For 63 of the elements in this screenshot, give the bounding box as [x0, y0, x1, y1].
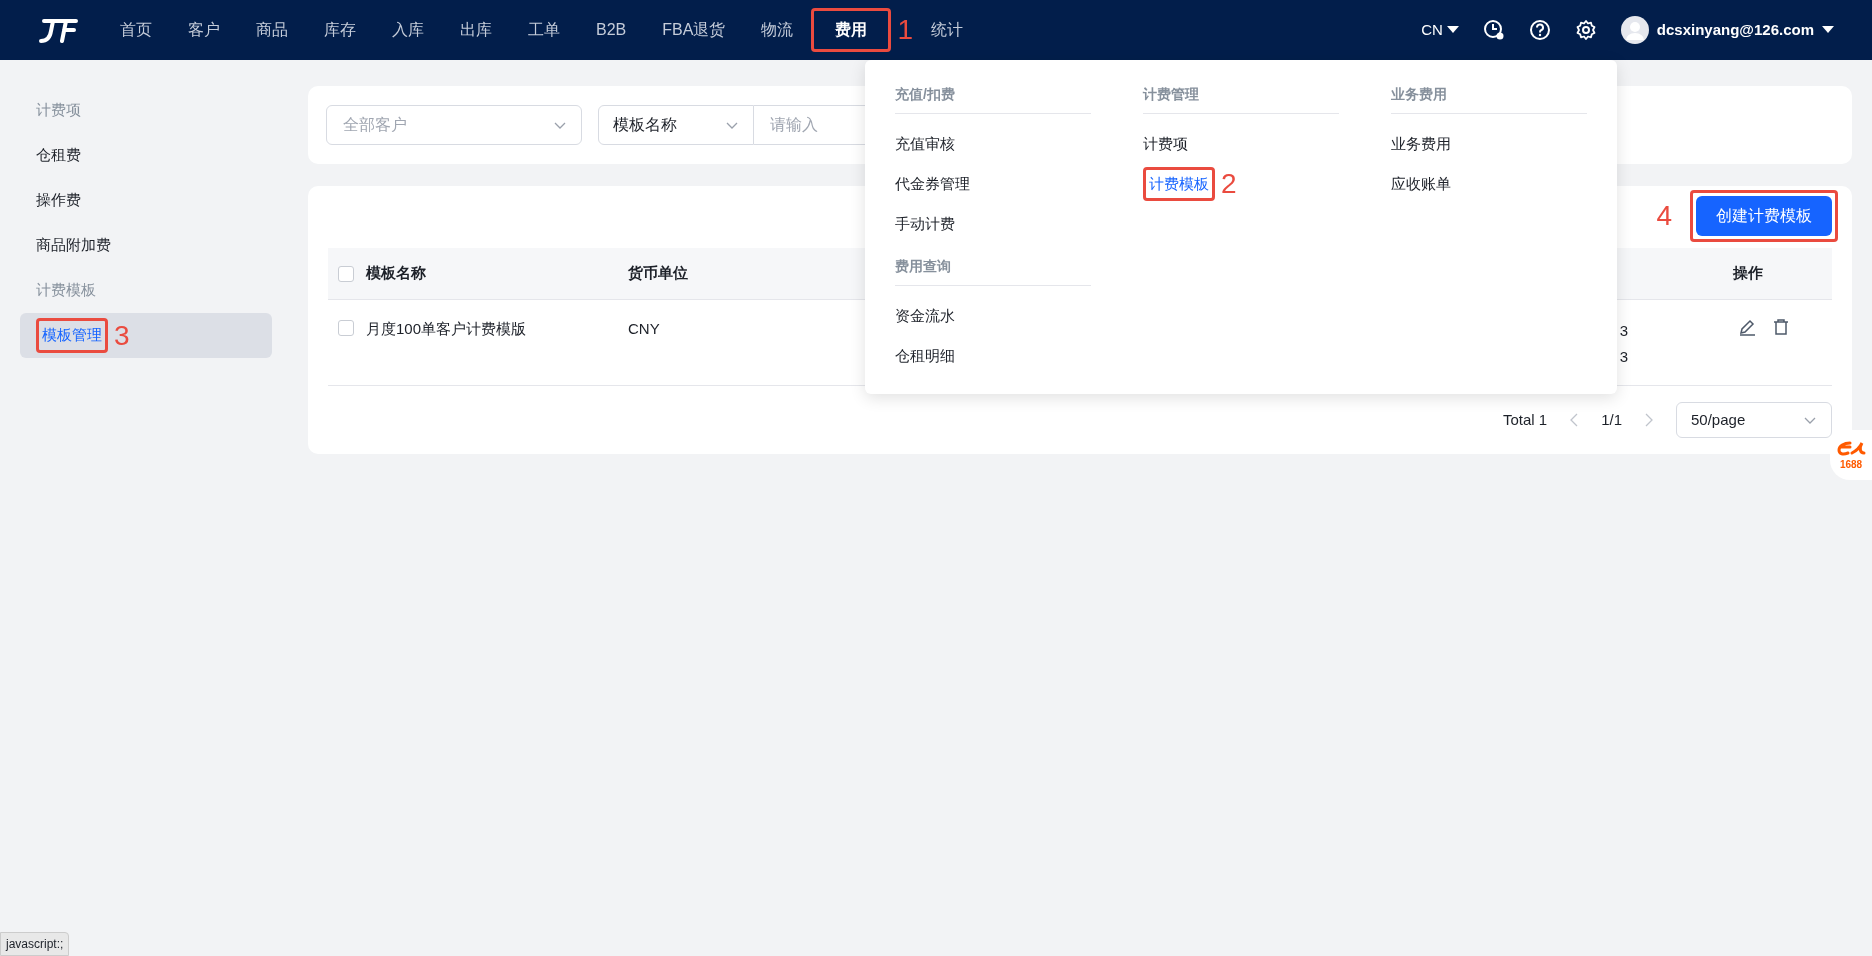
column-header: 操作 [1733, 263, 1763, 284]
menu-group-heading: 计费管理 [1143, 78, 1339, 114]
nav-link[interactable]: 商品 [250, 14, 294, 46]
nav-link[interactable]: B2B [590, 14, 633, 46]
menu-item[interactable]: 资金流水 [895, 304, 955, 328]
nav-link[interactable]: 入库 [386, 14, 430, 46]
sidebar-item[interactable]: 模板管理 [42, 324, 102, 347]
page-size-select[interactable]: 50/page [1676, 402, 1832, 438]
create-template-button[interactable]: 创建计费模板 [1696, 196, 1832, 236]
nav-link[interactable]: 出库 [454, 14, 498, 46]
edit-icon[interactable] [1738, 318, 1756, 336]
sidebar-heading: 计费模板 [35, 280, 97, 301]
menu-item[interactable]: 代金券管理 [895, 172, 970, 196]
menu-item[interactable]: 计费模板 [1149, 172, 1209, 196]
column-header: 货币单位 [628, 264, 688, 282]
user-menu[interactable]: dcsxinyang@126.com [1620, 16, 1834, 44]
logo-icon[interactable] [38, 17, 78, 43]
menu-group-heading: 业务费用 [1391, 78, 1587, 114]
select-all-checkbox[interactable] [338, 265, 354, 282]
nav-link[interactable]: 首页 [114, 14, 158, 46]
field-select[interactable]: 模板名称 [598, 105, 754, 145]
table-cell-text: 月度100单客户计费模版 [366, 319, 528, 339]
sidebar-item[interactable]: 操作费 [36, 189, 81, 212]
nav-link[interactable]: 库存 [318, 14, 362, 46]
menu-group-heading: 费用查询 [895, 250, 1091, 286]
menu-item[interactable]: 计费项 [1143, 132, 1188, 156]
callout-number: 1 [897, 16, 913, 44]
menu-item[interactable]: 仓租明细 [895, 344, 955, 368]
caret-icon [1822, 26, 1834, 34]
nav-link[interactable]: 客户 [182, 14, 226, 46]
customer-select[interactable]: 全部客户 [326, 105, 582, 145]
clock-icon[interactable] [1482, 19, 1505, 41]
page-indicator: 1/1 [1601, 409, 1622, 430]
nav-link[interactable]: FBA退货 [656, 14, 732, 46]
column-header: 模板名称 [366, 263, 427, 284]
nav-link[interactable]: 物流 [755, 14, 800, 46]
menu-item[interactable]: 应收账单 [1391, 172, 1451, 196]
help-icon[interactable] [1528, 19, 1551, 41]
menu-item[interactable]: 手动计费 [895, 212, 955, 236]
callout-number: 3 [114, 321, 130, 350]
sidebar-item[interactable]: 商品附加费 [36, 234, 111, 257]
table-cell-text: CNY [628, 319, 661, 339]
status-bar-url: javascript:; [0, 932, 70, 956]
callout-number: 2 [1221, 170, 1237, 198]
trash-icon[interactable] [1772, 318, 1790, 336]
avatar-icon [1620, 16, 1649, 44]
language-selector[interactable]: CN [1421, 18, 1459, 42]
menu-item[interactable]: 充值审核 [895, 132, 955, 156]
settings-icon[interactable] [1574, 19, 1597, 41]
menu-group-heading: 充值/扣费 [895, 78, 1091, 114]
menu-item[interactable]: 业务费用 [1391, 132, 1451, 156]
caret-icon [1446, 26, 1459, 34]
callout-number: 4 [1656, 202, 1672, 230]
sidebar-heading: 计费项 [35, 100, 82, 121]
badge-label: 1688 [1839, 457, 1863, 472]
nav-link[interactable]: 费用 [829, 14, 874, 46]
row-checkbox[interactable] [338, 320, 354, 336]
sidebar-item[interactable]: 仓租费 [36, 144, 81, 167]
total-count: Total 1 [1502, 409, 1548, 430]
table-cell-text: 3 [1619, 347, 1628, 367]
nav-link[interactable]: 统计 [924, 14, 969, 46]
table-cell-text: 3 [1619, 321, 1628, 341]
nav-link[interactable]: 工单 [522, 14, 566, 46]
